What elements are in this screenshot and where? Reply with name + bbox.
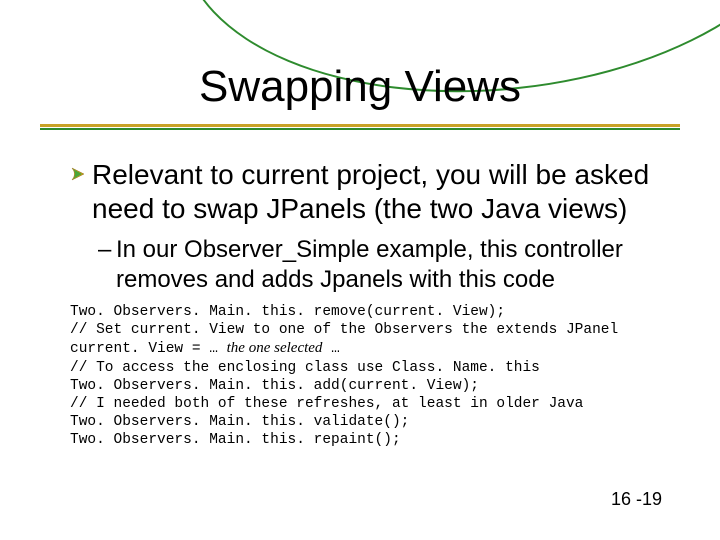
code-line-1: Two. Observers. Main. this. remove(curre… bbox=[70, 304, 505, 320]
code-line-6: // I needed both of these refreshes, at … bbox=[70, 396, 583, 412]
dash-marker: – bbox=[98, 235, 116, 265]
title-rule-green bbox=[40, 128, 680, 130]
code-line-5: Two. Observers. Main. this. add(current.… bbox=[70, 378, 479, 394]
code-line-4: // To access the enclosing class use Cla… bbox=[70, 360, 540, 376]
title-area: Swapping Views bbox=[0, 62, 720, 116]
code-line-3c: … bbox=[322, 341, 339, 357]
page-number: 16 -19 bbox=[611, 489, 662, 510]
code-line-3a: current. View = … bbox=[70, 341, 227, 357]
code-line-2: // Set current. View to one of the Obser… bbox=[70, 322, 618, 338]
code-block: Two. Observers. Main. this. remove(curre… bbox=[70, 303, 675, 449]
slide-title: Swapping Views bbox=[0, 62, 720, 112]
content-area: Relevant to current project, you will be… bbox=[70, 158, 675, 449]
code-line-8: Two. Observers. Main. this. repaint(); bbox=[70, 432, 401, 448]
leaf-bullet-icon bbox=[70, 166, 92, 182]
bullet-item-1: Relevant to current project, you will be… bbox=[70, 158, 675, 225]
code-line-3b: the one selected bbox=[227, 340, 323, 356]
bullet-text-1: Relevant to current project, you will be… bbox=[92, 158, 675, 225]
sub-bullet-text-1: In our Observer_Simple example, this con… bbox=[116, 235, 675, 295]
sub-bullet-1: – In our Observer_Simple example, this c… bbox=[98, 235, 675, 295]
code-line-7: Two. Observers. Main. this. validate(); bbox=[70, 414, 409, 430]
title-rule-gold bbox=[40, 124, 680, 127]
